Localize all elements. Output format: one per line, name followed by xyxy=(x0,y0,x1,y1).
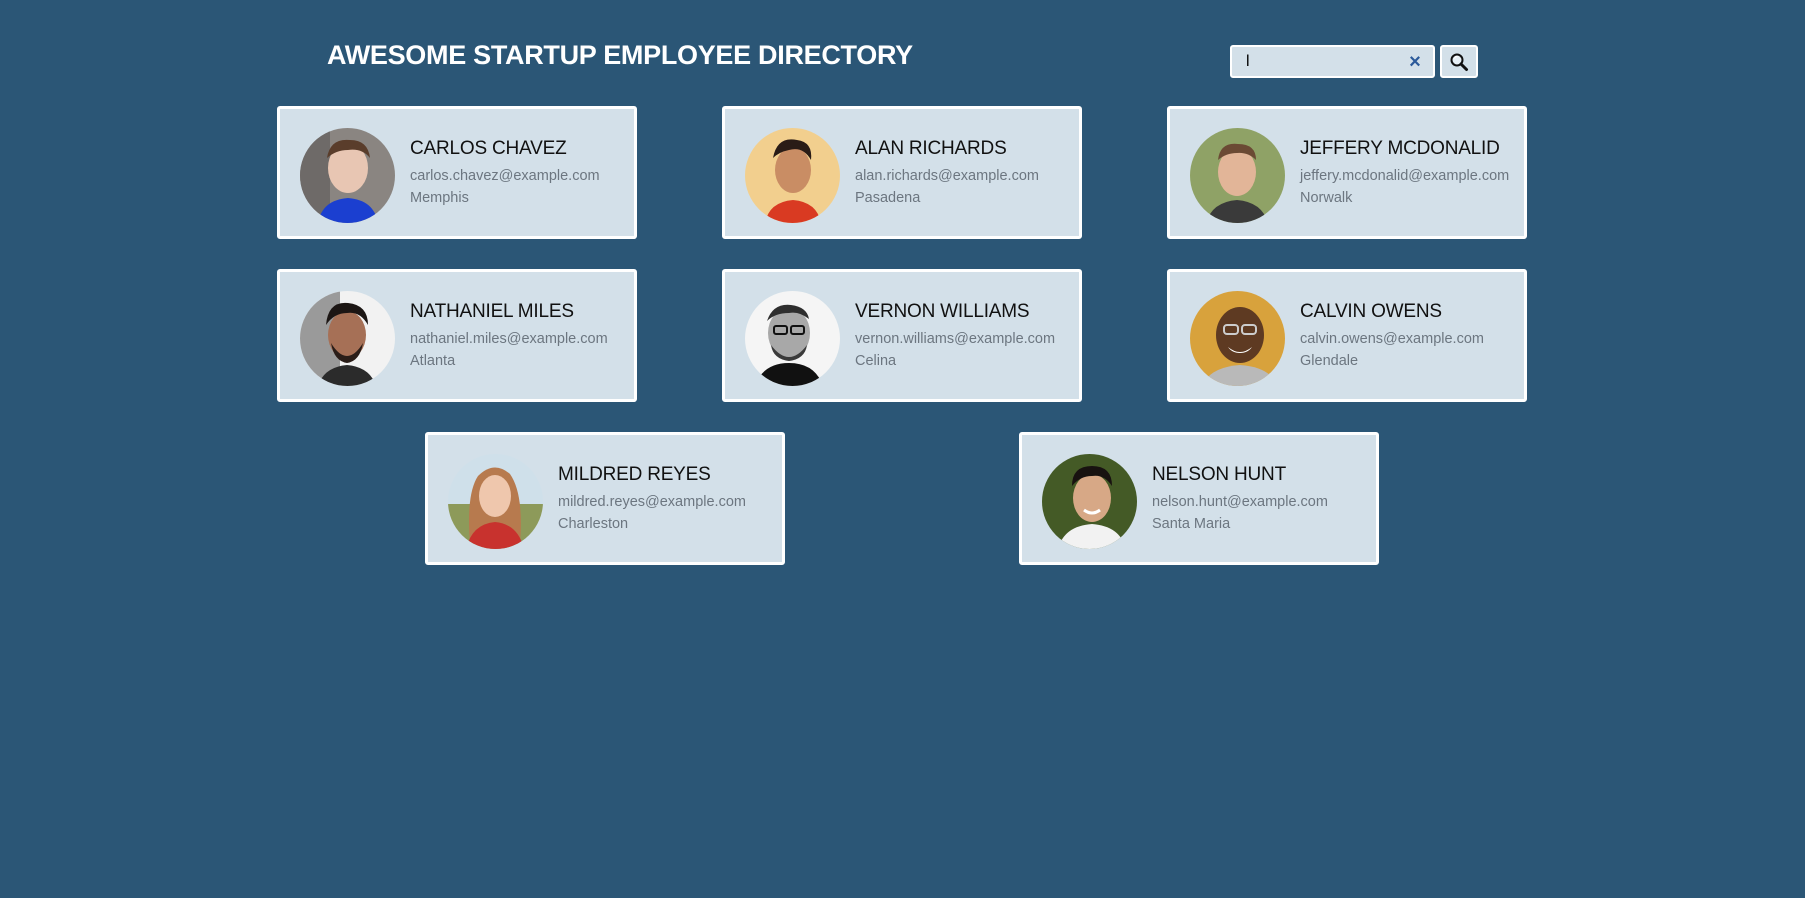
employee-card[interactable]: ALAN RICHARDS alan.richards@example.com … xyxy=(722,106,1082,239)
search-icon xyxy=(1450,53,1468,71)
employee-email: calvin.owens@example.com xyxy=(1300,331,1484,347)
employee-name: NELSON HUNT xyxy=(1152,464,1286,485)
clear-search-icon[interactable]: × xyxy=(1402,49,1428,75)
employee-name: VERNON WILLIAMS xyxy=(855,301,1030,322)
page-title: AWESOME STARTUP EMPLOYEE DIRECTORY xyxy=(327,40,913,70)
employee-city: Charleston xyxy=(558,516,629,532)
employee-card[interactable]: MILDRED REYES mildred.reyes@example.com … xyxy=(425,432,785,565)
avatar xyxy=(300,291,395,386)
employee-card[interactable]: NATHANIEL MILES nathaniel.miles@example.… xyxy=(277,269,637,402)
employee-email: nelson.hunt@example.com xyxy=(1152,494,1328,510)
avatar xyxy=(1042,454,1137,549)
avatar xyxy=(300,128,395,223)
employee-name: MILDRED REYES xyxy=(558,464,711,485)
avatar xyxy=(1190,291,1285,386)
employee-email: nathaniel.miles@example.com xyxy=(410,331,608,347)
employee-city: Pasadena xyxy=(855,190,921,206)
employee-city: Norwalk xyxy=(1300,190,1353,206)
employee-name: CARLOS CHAVEZ xyxy=(410,138,567,159)
employee-email: jeffery.mcdonalid@example.com xyxy=(1300,168,1510,184)
avatar xyxy=(448,454,543,549)
search-button[interactable] xyxy=(1440,45,1478,78)
employee-name: CALVIN OWENS xyxy=(1300,301,1442,322)
employee-name: JEFFERY MCDONALID xyxy=(1300,138,1500,159)
employee-card[interactable]: CALVIN OWENS calvin.owens@example.com Gl… xyxy=(1167,269,1527,402)
employee-email: alan.richards@example.com xyxy=(855,168,1039,184)
directory-page: AWESOME STARTUP EMPLOYEE DIRECTORY × CAR… xyxy=(0,0,1805,898)
employee-email: mildred.reyes@example.com xyxy=(558,494,746,510)
employee-city: Glendale xyxy=(1300,353,1359,369)
employee-city: Atlanta xyxy=(410,353,456,369)
employee-card[interactable]: JEFFERY MCDONALID jeffery.mcdonalid@exam… xyxy=(1167,106,1527,239)
employee-city: Celina xyxy=(855,353,897,369)
employee-name: NATHANIEL MILES xyxy=(410,301,574,322)
search-form: × xyxy=(1230,45,1478,78)
employee-card[interactable]: CARLOS CHAVEZ carlos.chavez@example.com … xyxy=(277,106,637,239)
avatar xyxy=(745,291,840,386)
employee-city: Memphis xyxy=(410,190,469,206)
employee-email: vernon.williams@example.com xyxy=(855,331,1056,347)
avatar xyxy=(1190,128,1285,223)
employee-card[interactable]: VERNON WILLIAMS vernon.williams@example.… xyxy=(722,269,1082,402)
employee-city: Santa Maria xyxy=(1152,516,1231,532)
employee-name: ALAN RICHARDS xyxy=(855,138,1007,159)
avatar xyxy=(745,128,840,223)
employee-email: carlos.chavez@example.com xyxy=(410,168,600,184)
employee-card[interactable]: NELSON HUNT nelson.hunt@example.com Sant… xyxy=(1019,432,1379,565)
